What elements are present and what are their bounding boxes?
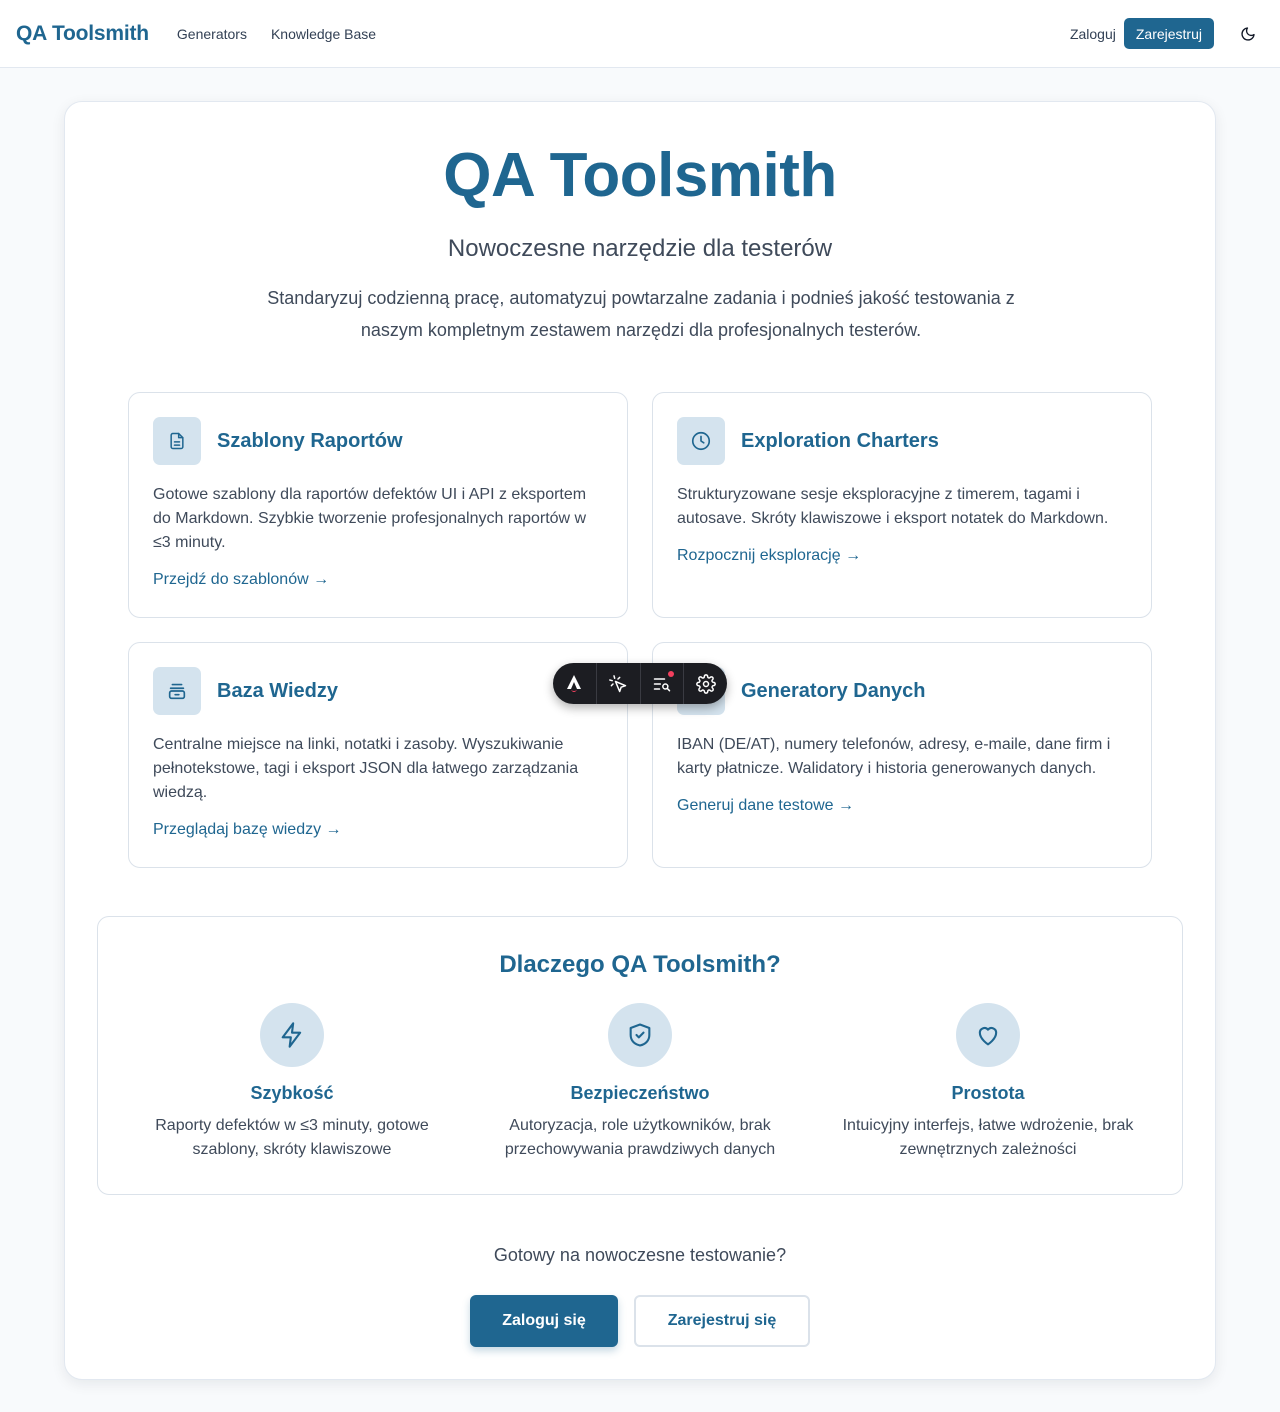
why-section: Dlaczego QA Toolsmith? Szybkość Raporty … [97, 916, 1183, 1195]
feature-description: Centralne miejsce na linki, notatki i za… [153, 736, 579, 801]
feature-title: Generatory Danych [741, 679, 926, 702]
notification-dot [668, 671, 675, 677]
why-item-description: Raporty defektów w ≤3 minuty, gotowe sza… [155, 1117, 429, 1158]
cta-text: Gotowy na nowoczesne testowanie? [493, 1245, 787, 1265]
why-item-simplicity: Prostota Intuicyjny interfejs, łatwe wdr… [832, 1003, 1144, 1162]
login-link[interactable]: Zaloguj [1070, 26, 1116, 42]
header-actions: Zaloguj Zarejestruj [1070, 18, 1264, 50]
hero-subtitle: Nowoczesne narzędzie dla testerów [447, 235, 833, 262]
cta-register-button[interactable]: Zarejestruj się [634, 1295, 810, 1347]
theme-toggle-button[interactable] [1232, 18, 1264, 50]
why-section-title: Dlaczego QA Toolsmith? [499, 951, 781, 978]
feature-description: Gotowe szablony dla raportów defektów UI… [153, 486, 587, 551]
feature-title: Exploration Charters [741, 429, 939, 452]
heart-icon [956, 1003, 1020, 1067]
nav-link-knowledge-base[interactable]: Knowledge Base [271, 26, 376, 42]
report-templates-link[interactable]: Przejdź do szablonów → [153, 571, 329, 589]
data-generators-link[interactable]: Generuj dane testowe → [677, 797, 854, 815]
gear-icon [695, 673, 716, 694]
dev-toolbar-settings-button[interactable] [684, 663, 727, 704]
document-icon [153, 417, 201, 465]
feature-description: IBAN (DE/AT), numery telefonów, adresy, … [677, 736, 1111, 777]
feature-title: Baza Wiedzy [217, 679, 338, 702]
cursor-click-icon [609, 674, 627, 692]
dev-toolbar [553, 663, 727, 704]
feature-title: Szablony Raportów [217, 429, 403, 452]
feature-card-report-templates: Szablony Raportów Gotowe szablony dla ra… [128, 392, 628, 618]
feature-description: Strukturyzowane sesje eksploracyjne z ti… [677, 486, 1109, 527]
top-navigation-bar: QA Toolsmith Generators Knowledge Base Z… [0, 0, 1280, 68]
lightning-icon [260, 1003, 324, 1067]
exploration-charters-link[interactable]: Rozpocznij eksplorację → [677, 547, 861, 565]
moon-icon [1241, 26, 1255, 41]
dev-toolbar-app-button[interactable] [553, 663, 596, 704]
rocket-logo-icon [567, 674, 582, 692]
brand-logo-link[interactable]: QA Toolsmith [16, 22, 149, 46]
main-content-card: QA Toolsmith Nowoczesne narzędzie dla te… [64, 101, 1216, 1380]
shield-check-icon [608, 1003, 672, 1067]
hero-description: Standaryzuj codzienną pracę, automatyzuj… [267, 288, 1015, 340]
hero-title: QA Toolsmith [443, 141, 837, 210]
dev-toolbar-inspect-button[interactable] [597, 663, 640, 704]
cta-login-button[interactable]: Zaloguj się [470, 1295, 618, 1347]
why-item-security: Bezpieczeństwo Autoryzacja, role użytkow… [484, 1003, 796, 1162]
feature-card-exploration-charters: Exploration Charters Strukturyzowane ses… [652, 392, 1152, 618]
why-item-title: Bezpieczeństwo [570, 1083, 710, 1103]
knowledge-base-link[interactable]: Przeglądaj bazę wiedzy → [153, 821, 342, 839]
why-item-title: Prostota [951, 1083, 1025, 1103]
nav-link-generators[interactable]: Generators [177, 26, 247, 42]
why-item-speed: Szybkość Raporty defektów w ≤3 minuty, g… [136, 1003, 448, 1162]
archive-icon [153, 667, 201, 715]
dev-toolbar-audit-button[interactable] [641, 663, 684, 704]
why-item-description: Intuicyjny interfejs, łatwe wdrożenie, b… [842, 1117, 1134, 1158]
why-item-description: Autoryzacja, role użytkowników, brak prz… [504, 1117, 776, 1158]
register-button[interactable]: Zarejestruj [1123, 18, 1214, 49]
why-item-title: Szybkość [250, 1083, 334, 1103]
clock-icon [677, 417, 725, 465]
